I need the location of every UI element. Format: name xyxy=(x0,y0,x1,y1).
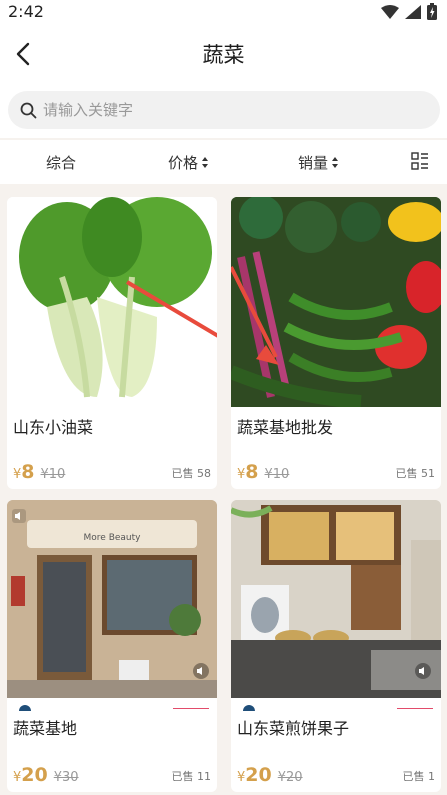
search-input[interactable] xyxy=(43,101,403,119)
product-price: ¥20 ¥20 xyxy=(237,764,303,786)
filter-label: 销量 xyxy=(298,154,329,172)
product-name: 蔬菜基地批发 xyxy=(237,418,334,437)
filter-sales[interactable]: 销量 xyxy=(298,152,339,173)
sold-count: 已售 1 xyxy=(402,770,436,783)
sort-icon xyxy=(202,157,209,168)
filter-bar: 综合 价格 销量 xyxy=(0,140,447,184)
product-name: 山东小油菜 xyxy=(13,418,94,437)
list-layout-icon[interactable] xyxy=(411,152,429,170)
price-value: 20 xyxy=(21,764,48,786)
divider xyxy=(173,708,209,709)
signal-icon xyxy=(405,4,421,19)
product-price: ¥20 ¥30 xyxy=(13,764,79,786)
status-icons xyxy=(381,3,437,20)
sold-count: 已售 58 xyxy=(171,467,212,480)
product-card[interactable]: 蔬菜基地批发 ¥8 ¥10 已售 51 xyxy=(231,197,441,489)
search-bar[interactable] xyxy=(8,91,440,129)
battery-icon xyxy=(427,3,437,20)
filter-price[interactable]: 价格 xyxy=(168,152,209,173)
original-price: ¥10 xyxy=(264,467,290,482)
product-image-shopfront: More Beauty xyxy=(7,500,217,698)
sort-icon xyxy=(332,157,339,168)
product-price: ¥8 ¥10 xyxy=(237,461,289,483)
price-value: 20 xyxy=(245,764,272,786)
product-card[interactable]: 山东菜煎饼果子 ¥20 ¥20 已售 1 xyxy=(231,500,441,792)
original-price: ¥10 xyxy=(40,467,66,482)
price-value: 8 xyxy=(245,461,259,483)
filter-label: 价格 xyxy=(168,154,199,172)
divider xyxy=(397,708,433,709)
product-name: 蔬菜基地 xyxy=(13,719,78,738)
sold-count: 已售 51 xyxy=(395,467,436,480)
page-title: 蔬菜 xyxy=(202,43,245,67)
filter-comprehensive[interactable]: 综合 xyxy=(46,152,76,173)
original-price: ¥20 xyxy=(277,770,303,785)
volume-icon[interactable] xyxy=(193,663,209,679)
volume-icon[interactable] xyxy=(12,509,26,523)
status-bar: 2:42 xyxy=(0,0,447,24)
price-value: 8 xyxy=(21,461,35,483)
status-time: 2:42 xyxy=(8,2,44,21)
nav-bar: 蔬菜 xyxy=(0,24,447,84)
product-price: ¥8 ¥10 xyxy=(13,461,65,483)
filter-label: 综合 xyxy=(46,154,77,172)
wifi-icon xyxy=(381,4,399,19)
volume-icon[interactable] xyxy=(415,663,431,679)
search-icon xyxy=(20,102,37,118)
sold-count: 已售 11 xyxy=(171,770,212,783)
original-price: ¥30 xyxy=(53,770,79,785)
product-card[interactable]: More Beauty 蔬菜基地 ¥20 ¥30 已售 11 xyxy=(7,500,217,792)
product-image-bok-choy xyxy=(7,197,217,404)
product-image-cafe xyxy=(231,500,441,698)
product-card[interactable]: 山东小油菜 ¥8 ¥10 已售 58 xyxy=(7,197,217,489)
avatar xyxy=(243,705,255,711)
search-section xyxy=(0,84,447,138)
product-image-vegetables xyxy=(231,197,441,407)
product-name: 山东菜煎饼果子 xyxy=(237,719,350,738)
shop-sign-text: More Beauty xyxy=(84,533,142,543)
avatar xyxy=(19,705,31,711)
